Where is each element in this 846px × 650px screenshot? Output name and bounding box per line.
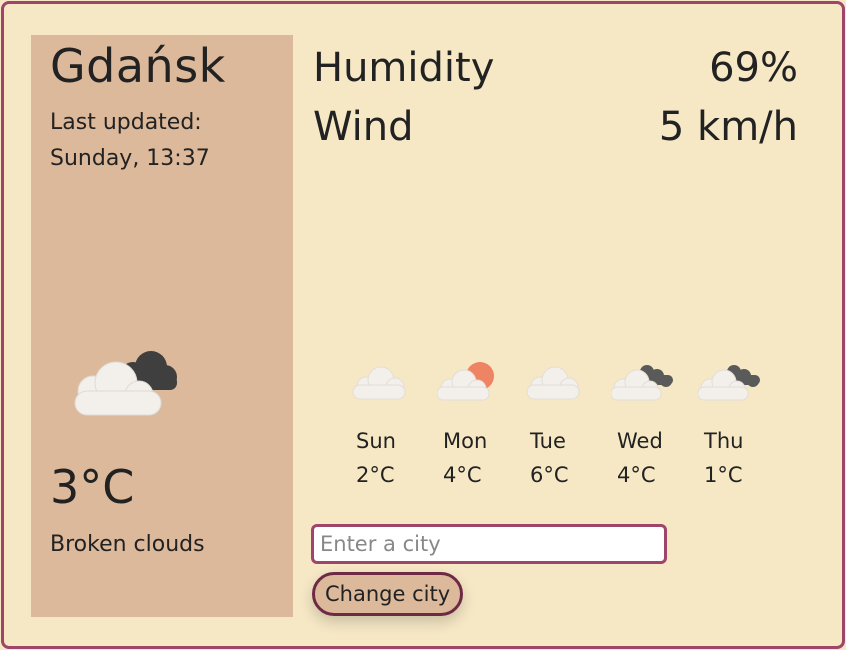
forecast-day-temp: 4°C	[617, 463, 656, 487]
broken-clouds-icon	[71, 347, 181, 417]
humidity-label: Humidity	[313, 45, 495, 91]
humidity-row: Humidity 69%	[313, 43, 798, 93]
forecast-day: Sun 2°C	[350, 360, 420, 495]
forecast-day-temp: 2°C	[356, 463, 395, 487]
forecast-day: Wed 4°C	[610, 360, 681, 495]
last-updated-time: Sunday, 13:37	[50, 146, 210, 171]
forecast-day-name: Sun	[356, 429, 396, 453]
broken-clouds-icon	[610, 360, 681, 404]
humidity-value: 69%	[709, 45, 798, 91]
last-updated-label: Last updated:	[50, 110, 202, 135]
city-search-input[interactable]	[311, 524, 667, 564]
city-name: Gdańsk	[50, 39, 226, 93]
cloud-icon	[524, 360, 594, 404]
forecast-day: Mon 4°C	[436, 360, 507, 495]
broken-clouds-icon	[697, 360, 768, 404]
sun-behind-cloud-icon	[436, 360, 507, 404]
forecast-day: Tue 6°C	[524, 360, 594, 495]
change-city-button[interactable]: Change city	[312, 572, 464, 616]
forecast-day-name: Wed	[617, 429, 663, 453]
last-updated: Last updated: Sunday, 13:37	[50, 105, 210, 177]
forecast-day-name: Mon	[443, 429, 488, 453]
forecast-day: Thu 1°C	[697, 360, 768, 495]
current-weather-panel: Gdańsk Last updated: Sunday, 13:37 3°C B…	[31, 35, 293, 617]
forecast-day-temp: 1°C	[704, 463, 743, 487]
forecast-day-name: Tue	[530, 429, 566, 453]
forecast-day-temp: 6°C	[530, 463, 569, 487]
wind-value: 5 km/h	[658, 104, 798, 150]
weather-description: Broken clouds	[50, 532, 205, 557]
forecast-day-name: Thu	[704, 429, 744, 453]
wind-label: Wind	[313, 104, 414, 150]
forecast-day-temp: 4°C	[443, 463, 482, 487]
current-temperature: 3°C	[50, 460, 135, 514]
wind-row: Wind 5 km/h	[313, 102, 798, 152]
cloud-icon	[350, 360, 420, 404]
